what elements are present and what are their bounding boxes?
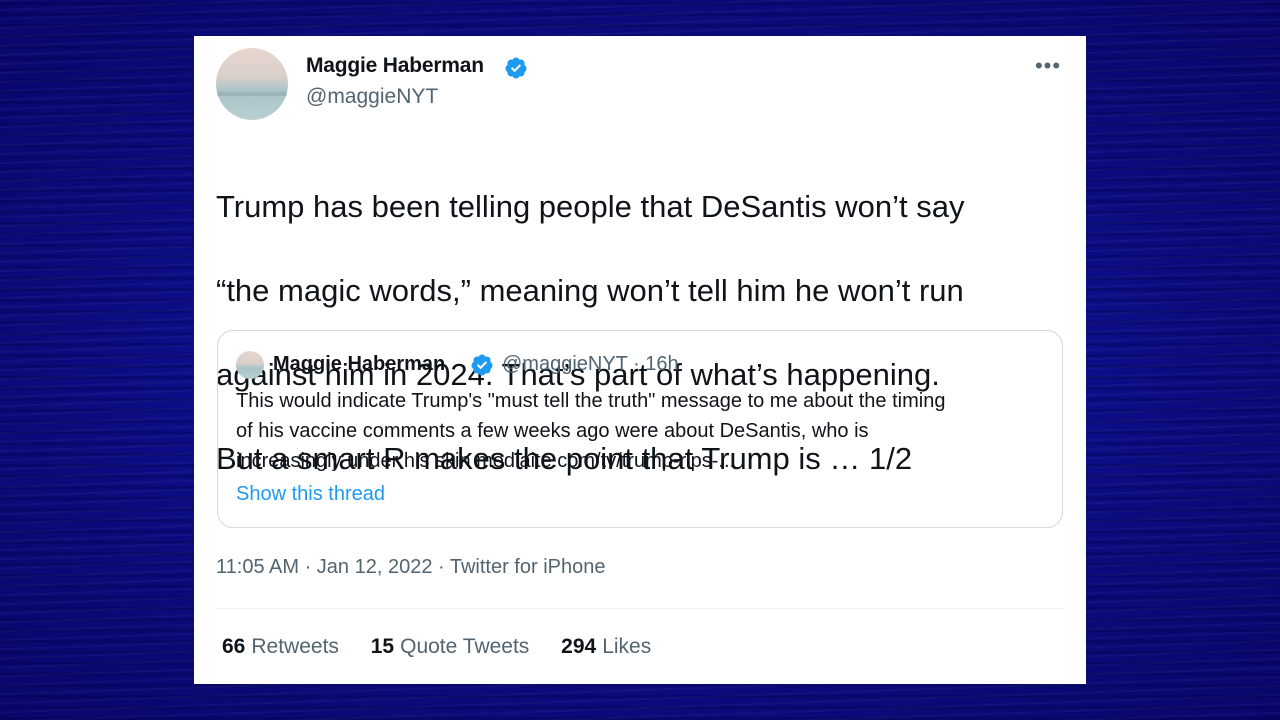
verified-badge-icon bbox=[471, 354, 493, 376]
tweet-text-line: “the magic words,” meaning won’t tell hi… bbox=[216, 273, 964, 308]
likes-label: Likes bbox=[602, 635, 652, 658]
retweets-label: Retweets bbox=[251, 635, 339, 658]
show-thread-link[interactable]: Show this thread bbox=[236, 483, 385, 506]
retweets-stat[interactable]: 66 Retweets bbox=[222, 635, 339, 659]
verified-badge-icon bbox=[505, 57, 527, 79]
likes-stat[interactable]: 294 Likes bbox=[561, 635, 651, 659]
more-options-icon[interactable]: ••• bbox=[1034, 54, 1062, 82]
quotes-count: 15 bbox=[370, 635, 395, 658]
tweet-text-line: Trump has been telling people that DeSan… bbox=[216, 189, 965, 224]
tweet-stats: 66 Retweets 15 Quote Tweets 294 Likes bbox=[222, 635, 677, 659]
quoted-avatar bbox=[236, 351, 264, 379]
author-name[interactable]: Maggie Haberman bbox=[306, 54, 484, 78]
quoted-tweet-text: This would indicate Trump's "must tell t… bbox=[236, 386, 1056, 476]
likes-count: 294 bbox=[561, 635, 597, 658]
retweets-count: 66 bbox=[222, 635, 246, 658]
tweet-meta[interactable]: 11:05 AM · Jan 12, 2022 · Twitter for iP… bbox=[216, 556, 605, 579]
quoted-author-name: Maggie Haberman bbox=[273, 353, 446, 375]
quoted-handle-time: @maggieNYT · 16h bbox=[502, 353, 679, 375]
avatar[interactable] bbox=[216, 48, 288, 120]
quoted-text-line: increasingly under his skin mediaite.com… bbox=[236, 450, 736, 472]
divider bbox=[216, 608, 1064, 609]
author-handle[interactable]: @maggieNYT bbox=[306, 85, 438, 109]
quoted-tweet[interactable]: Maggie Haberman @maggieNYT · 16h This wo… bbox=[217, 330, 1063, 528]
quote-tweets-stat[interactable]: 15 Quote Tweets bbox=[371, 635, 530, 659]
quotes-label: Quote Tweets bbox=[400, 635, 530, 658]
tweet-card: Maggie Haberman @maggieNYT ••• Trump has… bbox=[194, 36, 1086, 684]
quoted-text-line: of his vaccine comments a few weeks ago … bbox=[236, 420, 869, 442]
quoted-text-line: This would indicate Trump's "must tell t… bbox=[236, 390, 946, 412]
